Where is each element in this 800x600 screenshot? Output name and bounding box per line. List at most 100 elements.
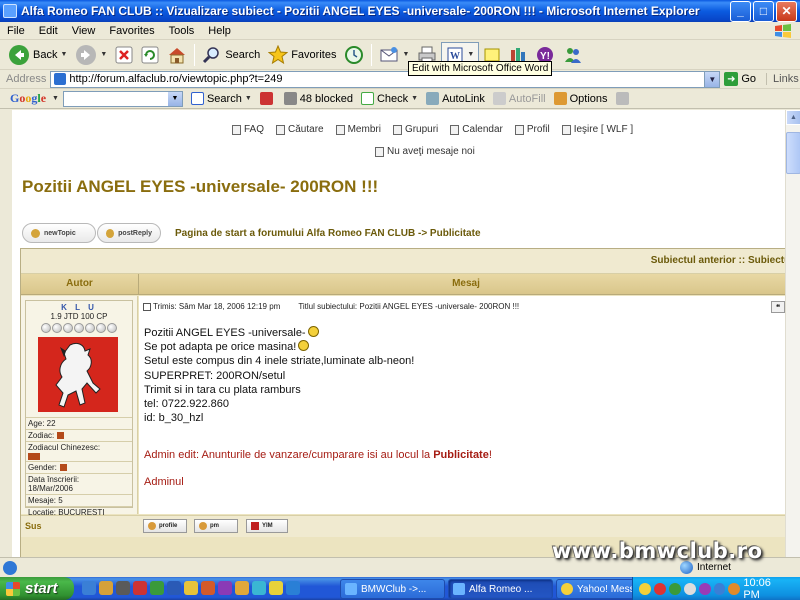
post-date: Trimis: Sâm Mar 18, 2006 12:19 pm [143, 302, 280, 311]
quicklaunch-icon[interactable] [167, 581, 181, 595]
options-icon [553, 92, 567, 105]
tray-icon[interactable] [653, 582, 666, 595]
home-icon [169, 47, 186, 63]
username[interactable]: K L U [26, 303, 132, 312]
quicklaunch-icon[interactable] [286, 581, 300, 595]
refresh-button[interactable] [137, 42, 163, 68]
tray-icon[interactable] [728, 582, 741, 595]
nav-calendar[interactable]: Calendar [450, 124, 503, 135]
address-dropdown-icon[interactable]: ▼ [704, 71, 720, 87]
search-button[interactable]: Search [198, 42, 264, 68]
tray-icon[interactable] [683, 582, 696, 595]
blocked-count[interactable]: 48 blocked [283, 92, 353, 105]
google-search-dropdown-icon[interactable]: ▼ [167, 91, 182, 106]
post-icon [143, 302, 151, 311]
ie-app-icon[interactable] [3, 4, 17, 18]
options-button[interactable]: Options [553, 92, 608, 105]
post-reply-button[interactable]: postReply [97, 223, 161, 243]
prev-next-topic-links[interactable]: Subiectul anterior :: Subiectul [651, 255, 785, 266]
nav-members[interactable]: Membri [335, 124, 381, 135]
links-button[interactable]: Links [766, 73, 799, 85]
edit-dropdown-icon[interactable]: ▼ [467, 51, 474, 58]
forward-button[interactable]: ▼ [71, 42, 111, 68]
nav-faq[interactable]: FAQ [232, 124, 264, 135]
back-to-top-link[interactable]: Sus [25, 521, 42, 531]
mail-dropdown-icon[interactable]: ▼ [402, 51, 409, 58]
popup-blocker-button[interactable] [259, 92, 276, 105]
post-reply-icon [106, 228, 115, 238]
menu-favorites[interactable]: Favorites [102, 25, 161, 37]
quicklaunch-icon[interactable] [184, 581, 198, 595]
clock[interactable]: 10:06 PM [743, 577, 790, 600]
scrollbar-thumb[interactable] [786, 132, 800, 174]
private-messages-link[interactable]: Nu aveţi mesaje noi [375, 146, 475, 157]
faq-icon [232, 124, 241, 135]
back-button[interactable]: Back ▼ [4, 42, 71, 68]
check-label: Check [376, 92, 409, 105]
msn-button[interactable] [559, 42, 587, 68]
address-field[interactable]: http://forum.alfaclub.ro/viewtopic.php?t… [50, 70, 721, 88]
quicklaunch-icon[interactable] [99, 581, 113, 595]
publicitate-link[interactable]: Publicitate [433, 449, 489, 461]
maximize-button[interactable]: □ [753, 0, 774, 22]
menu-tools[interactable]: Tools [162, 25, 202, 37]
spellcheck-button[interactable]: Check ▼ [360, 92, 418, 105]
quicklaunch-icon[interactable] [201, 581, 215, 595]
refresh-icon [141, 46, 159, 63]
yahoo-icon [251, 522, 259, 530]
quicklaunch-icon[interactable] [218, 581, 232, 595]
quicklaunch-icon[interactable] [133, 581, 147, 595]
quicklaunch-icon[interactable] [252, 581, 266, 595]
menu-view[interactable]: View [65, 25, 103, 37]
quicklaunch-icon[interactable] [116, 581, 130, 595]
nav-profile[interactable]: Profil [514, 124, 550, 135]
back-dropdown-icon[interactable]: ▼ [60, 51, 67, 58]
menu-file[interactable]: File [0, 25, 32, 37]
close-button[interactable]: ✕ [776, 0, 797, 22]
google-logo[interactable]: Google [10, 91, 46, 106]
minimize-button[interactable]: _ [730, 0, 751, 22]
nav-logout[interactable]: Ieşire [ WLF ] [561, 124, 633, 135]
scroll-up-arrow-icon[interactable]: ▲ [786, 110, 800, 125]
nav-search[interactable]: Căutare [276, 124, 324, 135]
rank-star-icon [41, 323, 51, 333]
address-url[interactable]: http://forum.alfaclub.ro/viewtopic.php?t… [69, 73, 282, 85]
nav-groups[interactable]: Grupuri [392, 124, 438, 135]
tray-icon[interactable] [668, 582, 681, 595]
tray-icon[interactable] [698, 582, 711, 595]
menu-edit[interactable]: Edit [32, 25, 65, 37]
quicklaunch-icon[interactable] [150, 581, 164, 595]
task-alfa-romeo[interactable]: Alfa Romeo ... [448, 579, 553, 599]
home-button[interactable] [163, 42, 191, 68]
tray-icon[interactable] [639, 582, 651, 595]
start-button[interactable]: start [0, 577, 74, 600]
tray-icon[interactable] [713, 582, 726, 595]
google-search-button[interactable]: Search ▼ [190, 92, 252, 105]
search-icon [276, 124, 286, 135]
new-topic-button[interactable]: newTopic [22, 223, 96, 243]
forward-dropdown-icon[interactable]: ▼ [100, 51, 107, 58]
quicklaunch-icon[interactable] [235, 581, 249, 595]
yim-button[interactable]: YIM [246, 519, 288, 533]
vertical-scrollbar[interactable]: ▲ ▼ [785, 110, 800, 577]
go-button[interactable]: ➜ Go [724, 72, 756, 86]
quicklaunch-icon[interactable] [269, 581, 283, 595]
google-dropdown-icon[interactable]: ▼ [52, 95, 59, 102]
search-dropdown-icon[interactable]: ▼ [245, 95, 252, 102]
menu-help[interactable]: Help [201, 25, 238, 37]
quote-button[interactable]: ❝ [771, 301, 785, 313]
favorites-button[interactable]: Favorites [264, 42, 340, 68]
history-button[interactable] [340, 42, 368, 68]
autolink-button[interactable]: AutoLink [426, 92, 485, 105]
autofill-button[interactable]: AutoFill [492, 92, 546, 105]
stop-button[interactable] [111, 42, 137, 68]
google-search-input[interactable]: ▼ [62, 90, 183, 107]
quicklaunch-icon[interactable] [82, 581, 96, 595]
task-bmwclub[interactable]: BMWClub ->... [340, 579, 445, 599]
breadcrumb[interactable]: Pagina de start a forumului Alfa Romeo F… [175, 228, 481, 239]
pencil-button[interactable] [615, 92, 632, 105]
pm-button[interactable]: pm [194, 519, 238, 533]
check-dropdown-icon[interactable]: ▼ [411, 95, 418, 102]
profile-button[interactable]: profile [143, 519, 187, 533]
topic-title[interactable]: Pozitii ANGEL EYES -universale- 200RON !… [22, 177, 378, 197]
